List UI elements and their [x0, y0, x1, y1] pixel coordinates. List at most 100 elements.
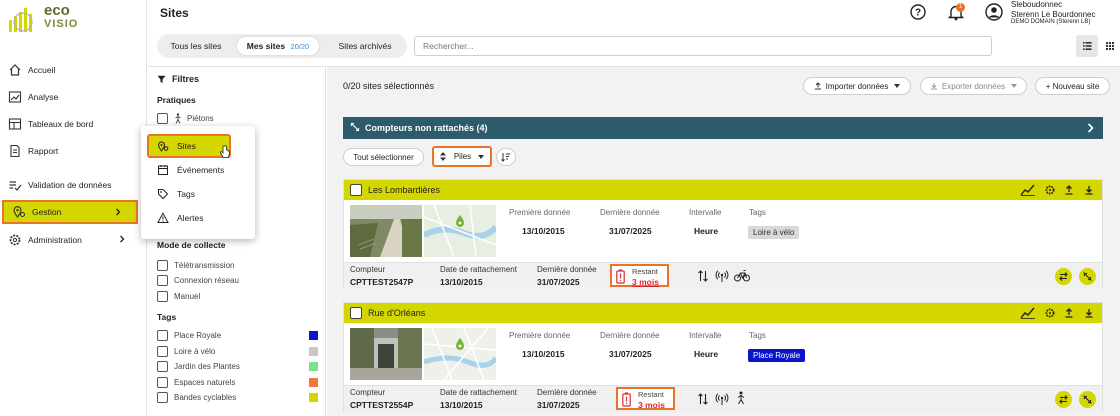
search-input[interactable]	[414, 36, 992, 56]
last-data-label: Dernière donnée	[600, 208, 660, 217]
detach-counter-button[interactable]	[1079, 268, 1096, 285]
first-data-value: 13/10/2015	[522, 349, 565, 359]
upload-icon[interactable]	[1063, 184, 1075, 196]
warning-icon	[157, 212, 169, 224]
sort-select[interactable]: Piles	[432, 146, 492, 167]
site-name[interactable]: Les Lombardières	[368, 185, 440, 195]
unattached-counters-banner[interactable]: Compteurs non rattachés (4)	[343, 117, 1103, 139]
select-all-button[interactable]: Tout sélectionner	[343, 148, 424, 166]
home-icon	[8, 63, 22, 77]
grid-view-button[interactable]	[1100, 35, 1120, 57]
list-view-button[interactable]	[1076, 35, 1098, 57]
nav-gestion[interactable]: Gestion	[2, 200, 138, 224]
sort-descending-icon	[501, 152, 511, 162]
filter-item-label: Télétransmission	[174, 260, 235, 270]
swap-counter-button[interactable]	[1055, 268, 1072, 285]
filter-item-tag[interactable]: Bandes cyclables	[157, 391, 236, 403]
antenna-icon	[715, 392, 729, 406]
gear-icon[interactable]	[1044, 307, 1056, 319]
download-icon[interactable]	[1083, 307, 1095, 319]
tab-mes-sites[interactable]: Mes sites 20/20	[237, 37, 319, 55]
chevron-right-icon	[114, 208, 122, 216]
nav-analyse[interactable]: Analyse	[0, 86, 140, 108]
map-pin-icon	[12, 205, 26, 219]
checkbox[interactable]	[157, 391, 168, 403]
interval-value: Heure	[694, 349, 719, 359]
interval-value: Heure	[694, 226, 719, 236]
nav-administration[interactable]: Administration	[0, 229, 140, 251]
filter-item-manuel[interactable]: Manuel	[157, 290, 200, 302]
nav-accueil[interactable]: Accueil	[0, 59, 140, 81]
export-data-button[interactable]: Exporter données	[920, 77, 1027, 95]
interval-label: Intervalle	[689, 208, 722, 217]
hand-cursor-icon	[219, 145, 231, 159]
attach-date-label: Date de rattachement	[440, 265, 517, 274]
counter-value[interactable]: CPTTEST2554P	[350, 400, 413, 410]
filter-item-teletransmission[interactable]: Télétransmission	[157, 259, 234, 271]
checkbox[interactable]	[157, 274, 168, 286]
site-card-header: Rue d'Orléans	[344, 303, 1102, 323]
menu-item-alertes[interactable]: Alertes	[149, 208, 245, 228]
new-site-button[interactable]: + Nouveau site	[1035, 77, 1110, 95]
remaining-value: 3 mois	[638, 400, 665, 410]
last-data-label: Dernière donnée	[600, 331, 660, 340]
gear-icon	[8, 233, 22, 247]
checkbox[interactable]	[157, 329, 168, 341]
attach-date-value: 13/10/2015	[440, 400, 483, 410]
funnel-icon	[157, 75, 166, 84]
sort-direction-button[interactable]	[496, 148, 516, 166]
download-icon[interactable]	[1083, 184, 1095, 196]
checkbox[interactable]	[157, 360, 168, 372]
gear-icon[interactable]	[1044, 184, 1056, 196]
calendar-icon	[157, 164, 169, 176]
remaining-box: Restant 3 mois	[616, 387, 675, 410]
filter-section-tags: Tags	[157, 312, 177, 322]
counter-value[interactable]: CPTTEST2547P	[350, 277, 413, 287]
detach-counter-button[interactable]	[1079, 391, 1096, 408]
counter-row: Compteur CPTTEST2547P Date de rattacheme…	[344, 262, 1102, 289]
filter-item-connexion-reseau[interactable]: Connexion réseau	[157, 274, 239, 286]
tags-label: Tags	[749, 208, 766, 217]
checkbox[interactable]	[157, 259, 168, 271]
site-checkbox[interactable]	[350, 184, 362, 196]
menu-item-label: Sites	[177, 141, 196, 151]
last-data-value: 31/07/2025	[609, 349, 652, 359]
checkbox[interactable]	[157, 290, 168, 302]
site-checkbox[interactable]	[350, 307, 362, 319]
nav-label: Gestion	[32, 207, 62, 217]
chart-line-icon[interactable]	[1020, 184, 1036, 196]
site-card-header: Les Lombardières	[344, 180, 1102, 200]
filter-item-tag[interactable]: Place Royale	[157, 329, 221, 341]
filter-item-tag[interactable]: Jardin des Plantes	[157, 360, 240, 372]
help-icon[interactable]: ?	[910, 4, 926, 20]
gestion-submenu: Sites Événements Tags Alertes	[141, 126, 255, 239]
remaining-box: Restant 3 mois	[610, 264, 669, 287]
first-data-label: Première donnée	[509, 208, 571, 217]
menu-item-tags[interactable]: Tags	[149, 184, 245, 204]
swap-counter-button[interactable]	[1055, 391, 1072, 408]
caret-down-icon	[894, 84, 901, 88]
filter-item-label: Loire à vélo	[174, 346, 216, 356]
site-name[interactable]: Rue d'Orléans	[368, 308, 425, 318]
user-avatar-icon[interactable]	[985, 3, 1003, 21]
filter-item-pietons[interactable]: Piétons	[157, 112, 214, 124]
checkbox[interactable]	[157, 345, 168, 357]
nav-validation-de-donnees[interactable]: Validation de données	[0, 174, 140, 196]
upload-icon[interactable]	[1063, 307, 1075, 319]
filter-item-tag[interactable]: Espaces naturels	[157, 376, 235, 388]
caret-down-icon	[1011, 84, 1018, 88]
filter-item-tag[interactable]: Loire à vélo	[157, 345, 215, 357]
chart-line-icon[interactable]	[1020, 307, 1036, 319]
checkbox[interactable]	[157, 112, 168, 124]
top-header	[148, 0, 1120, 26]
validation-icon	[8, 178, 22, 192]
import-data-button[interactable]: Importer données	[803, 77, 911, 95]
nav-tableaux-de-bord[interactable]: Tableaux de bord	[0, 113, 140, 135]
tab-sites-archives[interactable]: Sites archivés	[329, 37, 401, 55]
ecovisio-logo-icon	[6, 4, 40, 34]
menu-item-evenements[interactable]: Événements	[149, 160, 245, 180]
nav-rapport[interactable]: Rapport	[0, 140, 140, 162]
tab-tous-les-sites[interactable]: Tous les sites	[163, 37, 229, 55]
checkbox[interactable]	[157, 376, 168, 388]
attach-date-label: Date de rattachement	[440, 388, 517, 397]
